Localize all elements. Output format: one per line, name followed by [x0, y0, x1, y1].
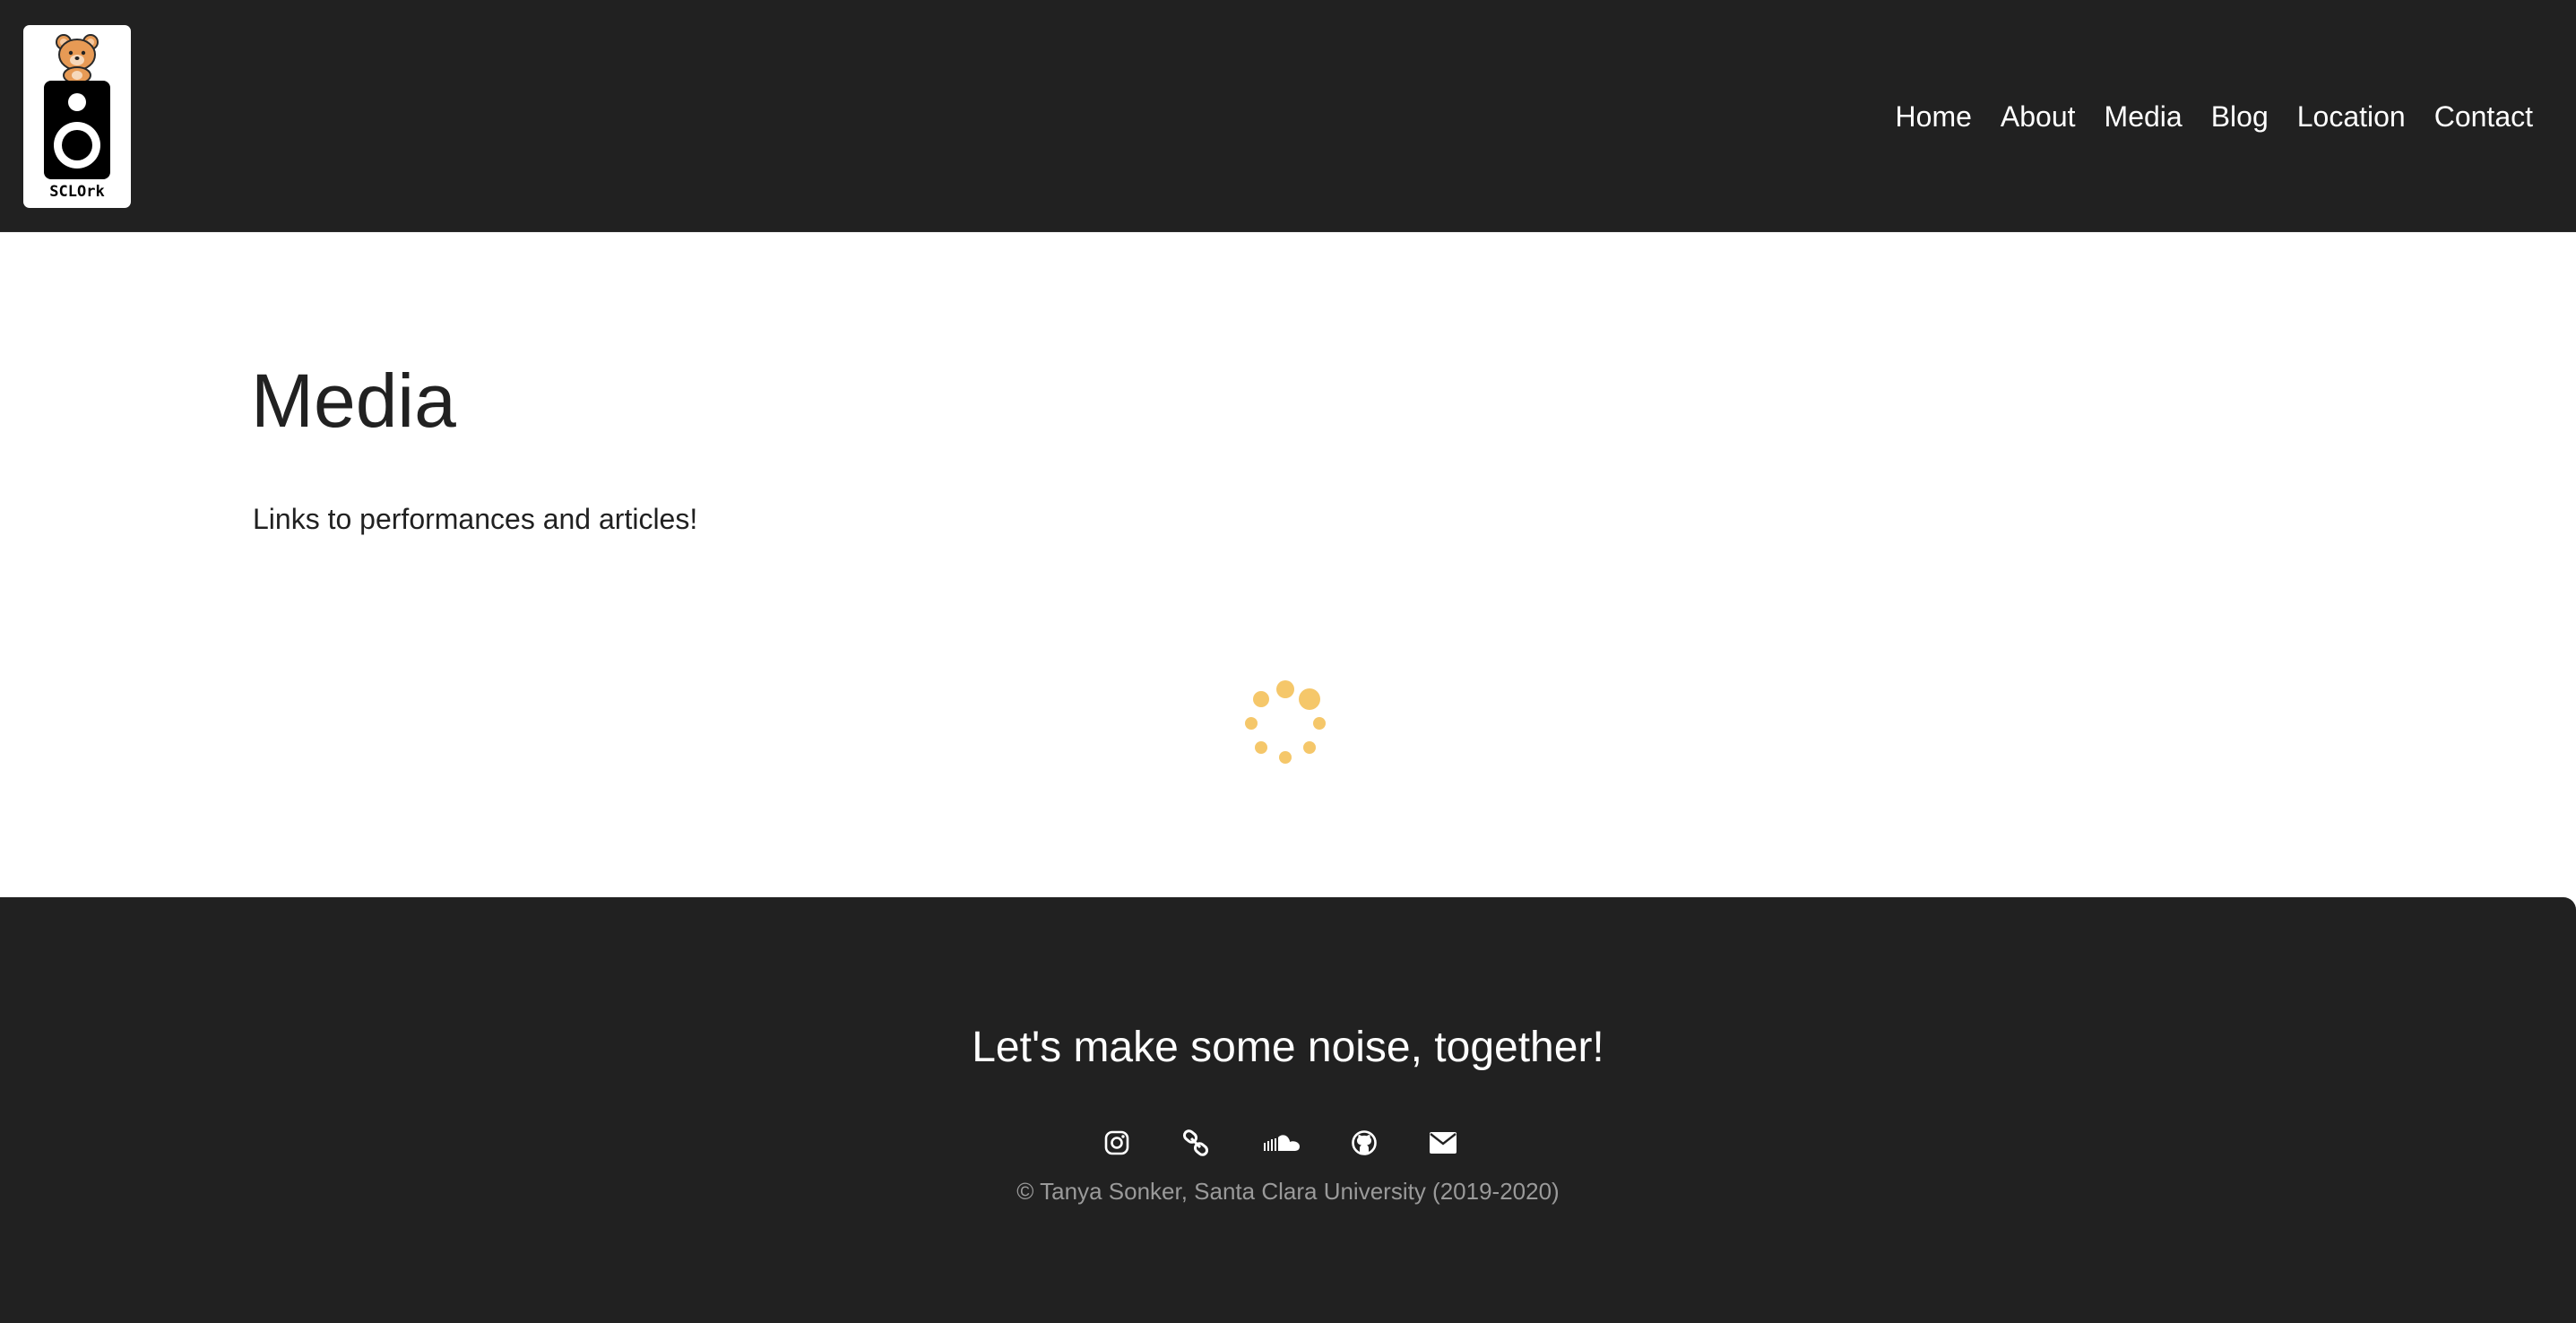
nav-item-blog[interactable]: Blog [2211, 95, 2269, 138]
page-intro: Links to performances and articles! [253, 503, 698, 535]
nav-item-contact[interactable]: Contact [2434, 95, 2533, 138]
loading-spinner-icon [1240, 679, 1330, 768]
speaker-bear-logo-icon: SCLOrk [44, 34, 110, 201]
instagram-icon[interactable] [1099, 1123, 1135, 1163]
logo-text: SCLOrk [49, 183, 104, 201]
footer-tagline: Let's make some noise, together! [972, 1024, 1604, 1071]
link-icon[interactable] [1178, 1123, 1214, 1163]
envelope-icon[interactable] [1425, 1123, 1461, 1163]
nav-item-about[interactable]: About [2001, 95, 2076, 138]
site-logo[interactable]: SCLOrk [23, 25, 131, 208]
main-content: Media Links to performances and articles… [0, 232, 2576, 897]
nav-item-location[interactable]: Location [2297, 95, 2406, 138]
site-header: SCLOrk Home About Media Blog Location Co… [0, 0, 2576, 232]
main-nav: Home About Media Blog Location Contact [1867, 95, 2533, 138]
site-footer: Let's make some noise, together! © Tanya… [0, 897, 2576, 1323]
social-links [1086, 1123, 1466, 1163]
nav-item-home[interactable]: Home [1896, 95, 1972, 138]
github-icon[interactable] [1346, 1123, 1382, 1163]
nav-item-media[interactable]: Media [2105, 95, 2183, 138]
copyright-text: © Tanya Sonker, Santa Clara University (… [1016, 1178, 1560, 1205]
page-title: Media [251, 359, 456, 443]
soundcloud-icon[interactable] [1262, 1123, 1301, 1163]
